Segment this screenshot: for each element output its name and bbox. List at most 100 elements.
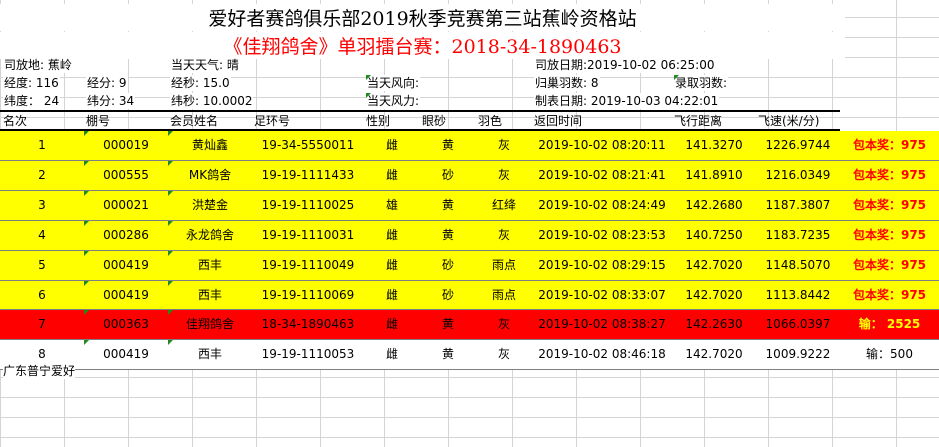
table-row: 2 000555 MK鸽舍 19-19-1111433 雌 砂 灰 2019-10-02 08…	[0, 160, 939, 190]
cell-return-time: 2019-10-02 08:33:07	[538, 287, 666, 302]
comment-marker-icon	[366, 93, 371, 98]
table-made-date: 制表日期: 2019-10-03 04:22:01	[534, 93, 720, 109]
comment-marker-icon	[366, 75, 371, 80]
cell-speed: 1113.8442	[765, 287, 831, 302]
cell-distance: 141.8910	[685, 167, 743, 182]
cell-speed: 1216.0349	[765, 167, 831, 182]
longitude-minutes: 经分: 9	[86, 75, 128, 91]
table-row: 1 000019 黄灿鑫 19-34-5550011 雌 黄 灰 2019-10-02 08:…	[0, 131, 939, 160]
header-color: 羽色	[478, 114, 503, 128]
footer-text: 广东普宁爱好	[3, 362, 76, 379]
cell-prize: 包本奖：975	[852, 197, 927, 212]
cell-shed: 000019	[103, 138, 149, 152]
sheet-title: 爱好者赛鸽俱乐部2019秋季竞赛第三站蕉岭资格站	[0, 4, 845, 31]
cell-return-time: 2019-10-02 08:38:27	[538, 317, 666, 332]
cell-speed: 1148.5070	[765, 257, 831, 272]
cell-prize: 输：500	[866, 347, 913, 362]
wind-direction: 当天风向:	[366, 75, 421, 91]
comment-marker-icon	[168, 131, 173, 136]
cell-shed: 000419	[103, 257, 149, 272]
cell-eye: 黄	[441, 317, 454, 332]
header-speed: 飞速(米/分)	[758, 114, 820, 128]
cell-sex: 雌	[385, 287, 398, 302]
cell-speed: 1187.3807	[765, 197, 831, 212]
cell-distance: 142.7020	[685, 257, 743, 272]
cell-rank: 2	[38, 167, 46, 182]
cell-color: 雨点	[491, 257, 516, 272]
cell-speed: 1226.9744	[765, 138, 831, 152]
comment-marker-icon	[168, 310, 173, 316]
comment-marker-icon	[84, 160, 89, 166]
cell-distance: 141.3270	[685, 138, 743, 152]
cell-eye: 黄	[441, 347, 454, 362]
latitude-minutes: 纬分: 34	[86, 93, 136, 109]
cell-speed: 1009.9222	[765, 347, 831, 362]
header-distance: 飞行距离	[674, 114, 723, 128]
cell-ring: 18-34-1890463	[261, 317, 355, 332]
comment-marker-icon	[84, 310, 89, 316]
comment-marker-icon	[84, 220, 89, 226]
comment-marker-icon	[168, 160, 173, 166]
header-rank: 名次	[3, 114, 28, 128]
cell-color: 灰	[497, 138, 510, 152]
sheet-subtitle: 《佳翔鸽舍》单羽擂台赛：2018-34-1890463	[0, 32, 845, 59]
comment-marker-icon	[84, 131, 89, 136]
comment-marker-icon	[84, 280, 89, 286]
weather: 当天天气: 晴	[170, 57, 240, 73]
cell-shed: 000286	[103, 227, 149, 242]
cell-shed: 000419	[103, 347, 149, 362]
cell-prize: 包本奖：975	[852, 287, 927, 302]
cell-prize: 输： 2525	[858, 317, 921, 332]
cell-rank: 6	[38, 287, 46, 302]
comment-marker-icon	[168, 190, 173, 196]
cell-speed: 1183.7235	[765, 227, 831, 242]
longitude-seconds: 经秒: 15.0	[170, 75, 231, 91]
cell-member: 西丰	[197, 287, 222, 302]
cell-member: 西丰	[197, 257, 222, 272]
comment-marker-icon	[168, 340, 173, 346]
cell-prize: 包本奖：975	[852, 167, 927, 182]
cell-speed: 1066.0397	[765, 317, 831, 332]
cell-distance: 142.2680	[685, 197, 743, 212]
cell-eye: 黄	[441, 138, 454, 152]
release-date: 司放日期:2019-10-02 06:25:00	[534, 57, 716, 73]
cell-sex: 雌	[385, 227, 398, 242]
cell-return-time: 2019-10-02 08:23:53	[538, 227, 666, 242]
cell-ring: 19-34-5550011	[261, 138, 355, 152]
table-row: 8 000419 西丰 19-19-1110053 雌黄灰 2019-10-02 08:4…	[0, 340, 939, 370]
comment-marker-icon	[84, 250, 89, 256]
comment-marker-icon	[84, 190, 89, 196]
cell-distance: 140.7250	[685, 227, 743, 242]
cell-rank: 4	[38, 227, 46, 242]
latitude: 纬度： 24	[3, 93, 61, 109]
cell-distance: 142.2630	[685, 317, 743, 332]
recorded-count: 录取羽数:	[674, 75, 729, 91]
header-member: 会员姓名	[170, 114, 219, 128]
wind-force: 当天风力:	[366, 93, 421, 109]
cell-prize: 包本奖：975	[852, 138, 927, 152]
returned-count: 归巢羽数: 8	[534, 75, 600, 91]
cell-eye: 黄	[441, 227, 454, 242]
comment-marker-icon	[674, 75, 679, 80]
header-sex: 性别	[366, 114, 391, 128]
cell-eye: 砂	[441, 167, 454, 182]
cell-shed: 000419	[103, 287, 149, 302]
cell-color: 雨点	[491, 287, 516, 302]
cell-sex: 雄	[385, 197, 398, 212]
header-top-rule	[0, 110, 840, 112]
cell-member: 黄灿鑫	[191, 138, 228, 152]
cell-return-time: 2019-10-02 08:29:15	[538, 257, 666, 272]
cell-eye: 砂	[441, 257, 454, 272]
header-eye: 眼砂	[422, 114, 447, 128]
release-place: 司放地: 蕉岭	[3, 57, 73, 73]
cell-color: 红绛	[491, 197, 516, 212]
cell-color: 灰	[497, 167, 510, 182]
header-shed: 棚号	[86, 114, 111, 128]
cell-return-time: 2019-10-02 08:21:41	[538, 167, 666, 182]
row-divider	[0, 369, 939, 371]
cell-rank: 1	[38, 138, 46, 152]
cell-sex: 雌	[385, 167, 398, 182]
cell-member: 西丰	[197, 347, 222, 362]
cell-color: 灰	[497, 347, 510, 362]
comment-marker-icon	[168, 280, 173, 286]
